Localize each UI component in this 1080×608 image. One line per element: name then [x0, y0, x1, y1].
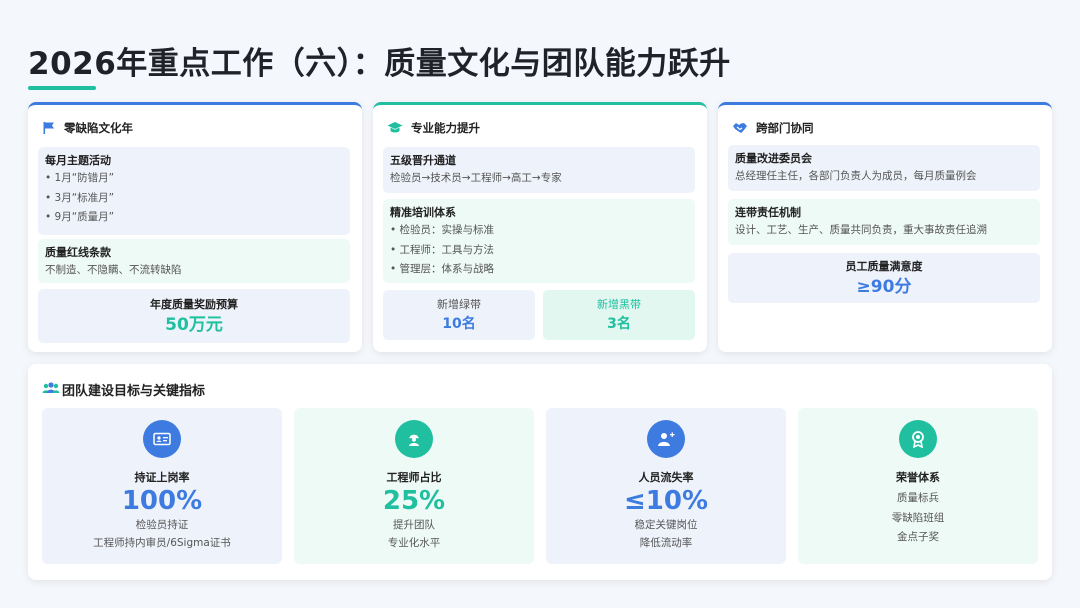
metric-value: 100%: [121, 486, 203, 516]
list-item: • 1月“防错月”: [45, 172, 115, 184]
box-title: 质量改进委员会: [735, 152, 812, 165]
card-header: 跨部门协同: [732, 119, 814, 137]
satisfaction-value: ≥90分: [856, 277, 912, 297]
monthly-activities-box: 每月主题活动 • 1月“防错月” • 3月“标准月” • 9月“质量月”: [38, 147, 350, 235]
black-belt-value: 3名: [607, 316, 631, 332]
section-header: 团队建设目标与关键指标: [42, 380, 205, 399]
graduation-cap-icon: [387, 121, 403, 135]
card-professional-ability: 专业能力提升 五级晋升通道 检验员→技术员→工程师→高工→专家 精准培训体系 •…: [373, 102, 707, 352]
title-underline: [28, 86, 96, 90]
list-item: • 3月“标准月”: [45, 191, 115, 204]
users-icon: [42, 381, 60, 399]
box-text: 总经理任主任，各部门负责人为成员，每月质量例会: [735, 170, 977, 182]
box-text: 检验员→技术员→工程师→高工→专家: [390, 172, 562, 184]
liability-box: 连带责任机制 设计、工艺、生产、质量共同负责，重大事故责任追溯: [728, 199, 1040, 245]
list-item: • 9月“质量月”: [45, 211, 115, 223]
metric-desc: 稳定关键岗位: [634, 519, 698, 531]
metric-honor-system: 荣誉体系 质量标兵 零缺陷班组 金点子奖: [798, 408, 1038, 564]
metric-value: 25%: [382, 486, 446, 516]
list-item: 零缺陷班组: [891, 511, 945, 524]
metric-desc: 工程师持内审员/6Sigma证书: [93, 537, 231, 549]
list-item: • 工程师：工具与方法: [390, 243, 495, 256]
metric-turnover-rate: 人员流失率 ≤10% 稳定关键岗位 降低流动率: [546, 408, 786, 564]
metric-label: 持证上岗率: [134, 471, 190, 484]
metric-desc: 检验员持证: [135, 519, 189, 531]
metric-label: 工程师占比: [386, 471, 442, 484]
list-item: 质量标兵: [897, 492, 939, 504]
promotion-path-box: 五级晋升通道 检验员→技术员→工程师→高工→专家: [383, 147, 695, 193]
card-header: 专业能力提升: [387, 119, 480, 137]
page-title: 2026年重点工作（六）：质量文化与团队能力跃升: [28, 46, 731, 82]
budget-box: 年度质量奖励预算 50万元: [38, 289, 350, 343]
black-belt-label: 新增黑带: [597, 298, 641, 311]
satisfaction-box: 员工质量满意度 ≥90分: [728, 253, 1040, 303]
card-header: 零缺陷文化年: [42, 119, 133, 137]
award-icon: [899, 420, 937, 458]
list-item: • 管理层：体系与战略: [390, 263, 495, 275]
green-belt-box: 新增绿带 10名: [383, 290, 535, 340]
green-belt-value: 10名: [442, 316, 476, 332]
card-title: 零缺陷文化年: [64, 121, 133, 135]
card-zero-defect-culture: 零缺陷文化年 每月主题活动 • 1月“防错月” • 3月“标准月” • 9月“质…: [28, 102, 362, 352]
box-title: 五级晋升通道: [390, 154, 456, 167]
green-belt-label: 新增绿带: [437, 298, 481, 311]
black-belt-box: 新增黑带 3名: [543, 290, 695, 340]
metric-value: ≤10%: [623, 486, 709, 516]
card-cross-department: 跨部门协同 质量改进委员会 总经理任主任，各部门负责人为成员，每月质量例会 连带…: [718, 102, 1052, 352]
section-title: 团队建设目标与关键指标: [62, 384, 206, 399]
metric-desc: 专业化水平: [387, 537, 441, 549]
list-item: • 检验员：实操与标准: [390, 224, 495, 236]
budget-label: 年度质量奖励预算: [150, 298, 238, 311]
metric-label: 人员流失率: [638, 471, 694, 484]
box-title: 连带责任机制: [735, 206, 801, 219]
card-title: 跨部门协同: [756, 121, 814, 135]
flag-icon: [42, 121, 56, 135]
id-card-icon: [143, 420, 181, 458]
metric-certified-rate: 持证上岗率 100% 检验员持证 工程师持内审员/6Sigma证书: [42, 408, 282, 564]
honor-list: 质量标兵 零缺陷班组 金点子奖: [798, 489, 1038, 548]
quality-redline-box: 质量红线条款 不制造、不隐瞒、不流转缺陷: [38, 239, 350, 283]
metric-desc: 提升团队: [393, 519, 435, 531]
metric-engineer-ratio: 工程师占比 25% 提升团队 专业化水平: [294, 408, 534, 564]
committee-box: 质量改进委员会 总经理任主任，各部门负责人为成员，每月质量例会: [728, 145, 1040, 191]
box-text: 设计、工艺、生产、质量共同负责，重大事故责任追溯: [735, 224, 987, 236]
engineer-icon: [395, 420, 433, 458]
metric-label: 荣誉体系: [896, 471, 940, 484]
card-title: 专业能力提升: [411, 121, 480, 135]
training-system-box: 精准培训体系 • 检验员：实操与标准 • 工程师：工具与方法 • 管理层：体系与…: [383, 199, 695, 283]
satisfaction-label: 员工质量满意度: [845, 260, 923, 273]
team-building-section: 团队建设目标与关键指标 持证上岗率 100% 检验员持证 工程师持内审员/6Si…: [28, 364, 1052, 580]
box-title: 每月主题活动: [45, 154, 111, 167]
user-plus-icon: [647, 420, 685, 458]
box-text: 不制造、不隐瞒、不流转缺陷: [45, 264, 182, 276]
metric-desc: 降低流动率: [639, 537, 693, 549]
budget-value: 50万元: [165, 315, 223, 335]
box-title: 质量红线条款: [45, 246, 111, 259]
box-title: 精准培训体系: [390, 206, 456, 219]
list-item: 金点子奖: [897, 531, 939, 543]
handshake-icon: [732, 121, 748, 135]
